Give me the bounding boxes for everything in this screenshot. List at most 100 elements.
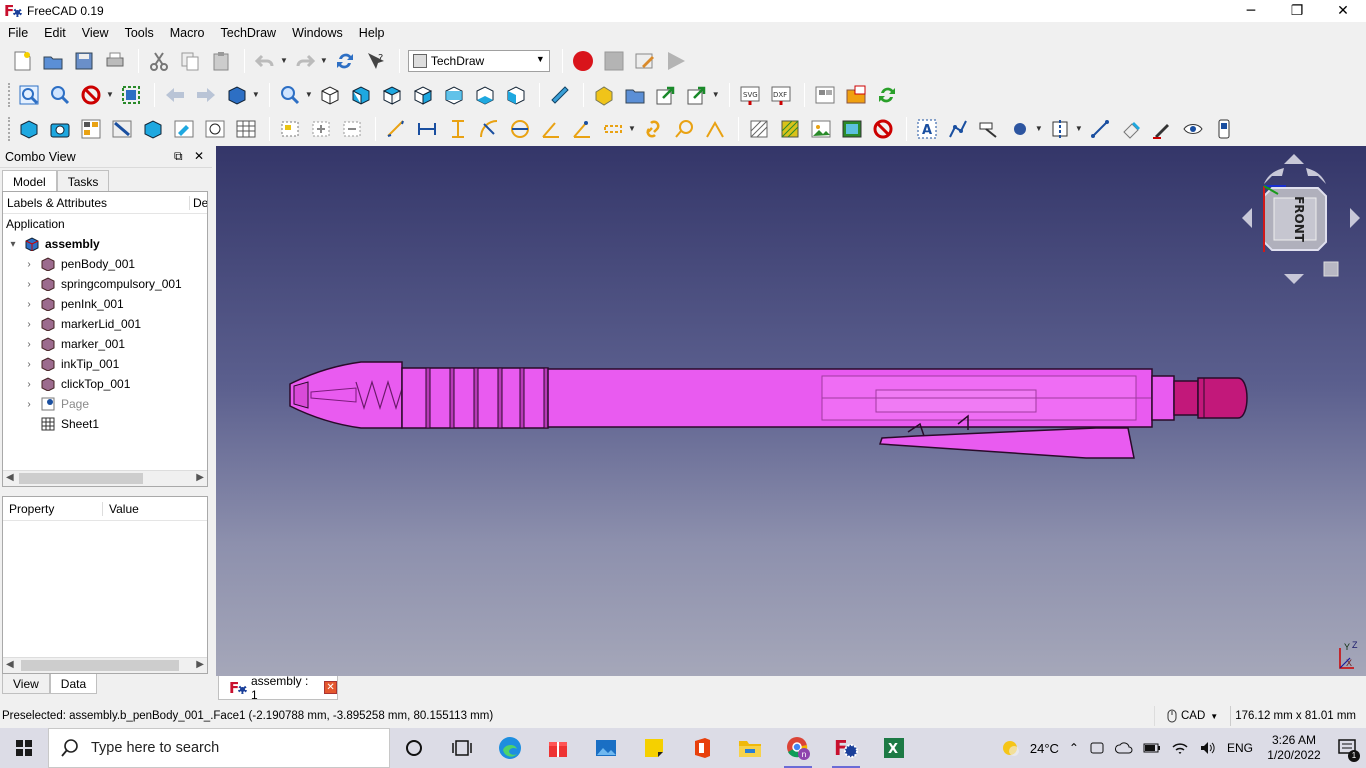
tree-document-assembly[interactable]: ▾ assembly bbox=[3, 234, 207, 254]
cosmetic-vertex-icon[interactable] bbox=[1006, 115, 1034, 143]
fit-selection-icon[interactable] bbox=[46, 81, 74, 109]
macro-stop-icon[interactable] bbox=[600, 47, 628, 75]
file-explorer-icon[interactable] bbox=[726, 728, 774, 768]
leader-line-icon[interactable] bbox=[944, 115, 972, 143]
active-view-icon[interactable] bbox=[46, 115, 74, 143]
dimension-vertical-icon[interactable] bbox=[444, 115, 472, 143]
property-column-header[interactable]: Property bbox=[3, 501, 103, 516]
weather-temperature[interactable]: 24°C bbox=[1030, 741, 1059, 756]
zoom-icon[interactable] bbox=[276, 81, 304, 109]
create-part-icon[interactable] bbox=[590, 81, 618, 109]
draft-view-icon[interactable] bbox=[170, 115, 198, 143]
dimension-length-icon[interactable] bbox=[382, 115, 410, 143]
refresh-icon[interactable] bbox=[331, 47, 359, 75]
onedrive-cloud-icon[interactable] bbox=[1114, 741, 1133, 755]
macro-record-icon[interactable] bbox=[569, 47, 597, 75]
redraw-page-icon[interactable] bbox=[873, 81, 901, 109]
balloon-icon[interactable] bbox=[670, 115, 698, 143]
minimize-button[interactable]: ─ bbox=[1228, 0, 1274, 22]
3d-viewport[interactable]: FRONT Y Z X bbox=[216, 146, 1366, 676]
dimension-diameter-icon[interactable] bbox=[506, 115, 534, 143]
pen-assembly-model[interactable] bbox=[216, 146, 1366, 676]
maximize-button[interactable]: ❐ bbox=[1274, 0, 1320, 22]
paste-icon[interactable] bbox=[207, 47, 235, 75]
centerline-icon[interactable] bbox=[1046, 115, 1074, 143]
wifi-icon[interactable] bbox=[1171, 740, 1189, 756]
tree-item-page[interactable]: › Page bbox=[3, 394, 207, 414]
view-front-icon[interactable] bbox=[347, 81, 375, 109]
insert-view-icon[interactable] bbox=[15, 115, 43, 143]
open-icon[interactable] bbox=[39, 47, 67, 75]
copy-icon[interactable] bbox=[176, 47, 204, 75]
annotation-icon[interactable]: A bbox=[913, 115, 941, 143]
tree-item-markerlid[interactable]: › markerLid_001 bbox=[3, 314, 207, 334]
show-hidden-icons-icon[interactable]: ⌃ bbox=[1069, 741, 1079, 755]
scroll-right-icon[interactable]: ▶ bbox=[196, 472, 204, 483]
clip-group-icon[interactable] bbox=[276, 115, 304, 143]
excel-icon[interactable]: X bbox=[870, 728, 918, 768]
section-view-icon[interactable] bbox=[108, 115, 136, 143]
scrollbar-thumb[interactable] bbox=[19, 473, 143, 484]
freecad-taskbar-icon[interactable]: F bbox=[822, 728, 870, 768]
tree-header-description[interactable]: De bbox=[189, 196, 207, 210]
image-icon[interactable] bbox=[807, 115, 835, 143]
export-dxf-icon[interactable]: DXF bbox=[767, 81, 795, 109]
document-tab-assembly[interactable]: F assembly : 1 ✕ bbox=[218, 674, 338, 702]
fit-all-icon[interactable] bbox=[15, 81, 43, 109]
tree-horizontal-scrollbar[interactable]: ◀ ▶ bbox=[3, 470, 207, 486]
cortana-icon[interactable] bbox=[390, 728, 438, 768]
gift-store-icon[interactable] bbox=[534, 728, 582, 768]
value-column-header[interactable]: Value bbox=[103, 502, 139, 516]
decorate-line-icon[interactable] bbox=[1148, 115, 1176, 143]
std-views-icon[interactable] bbox=[223, 81, 251, 109]
scroll-left-icon[interactable]: ◀ bbox=[6, 659, 14, 670]
weather-sun-icon[interactable] bbox=[1000, 738, 1020, 758]
export-svg-icon[interactable]: SVG bbox=[736, 81, 764, 109]
chrome-icon[interactable]: n bbox=[774, 728, 822, 768]
draw-style-icon[interactable] bbox=[77, 81, 105, 109]
tab-model[interactable]: Model bbox=[2, 170, 57, 192]
view-top-icon[interactable] bbox=[378, 81, 406, 109]
spreadsheet-view-icon[interactable] bbox=[232, 115, 260, 143]
weld-symbol-icon[interactable] bbox=[1210, 115, 1238, 143]
property-horizontal-scrollbar[interactable]: ◀ ▶ bbox=[3, 657, 207, 673]
tree-item-marker[interactable]: › marker_001 bbox=[3, 334, 207, 354]
taskbar-search[interactable]: Type here to search bbox=[48, 728, 390, 768]
centerline-dropdown-icon[interactable]: ▼ bbox=[1075, 124, 1083, 133]
meet-now-icon[interactable] bbox=[1089, 740, 1105, 756]
new-file-icon[interactable] bbox=[8, 47, 36, 75]
rich-text-annotation-icon[interactable] bbox=[975, 115, 1003, 143]
macro-run-icon[interactable] bbox=[662, 47, 690, 75]
dimension-horizontal-icon[interactable] bbox=[413, 115, 441, 143]
tree-item-penink[interactable]: › penInk_001 bbox=[3, 294, 207, 314]
detail-view-icon[interactable] bbox=[139, 115, 167, 143]
menu-view[interactable]: View bbox=[74, 26, 117, 40]
macro-edit-icon[interactable] bbox=[631, 47, 659, 75]
battery-icon[interactable] bbox=[1143, 741, 1161, 755]
chevron-right-icon[interactable]: › bbox=[23, 359, 35, 370]
office-icon[interactable] bbox=[678, 728, 726, 768]
chevron-down-icon[interactable]: ▾ bbox=[7, 239, 19, 250]
redo-dropdown-icon[interactable]: ▼ bbox=[320, 56, 328, 65]
menu-macro[interactable]: Macro bbox=[162, 26, 213, 40]
menu-windows[interactable]: Windows bbox=[284, 26, 351, 40]
scroll-left-icon[interactable]: ◀ bbox=[6, 472, 14, 483]
vertex-dropdown-icon[interactable]: ▼ bbox=[1035, 124, 1043, 133]
new-page-default-icon[interactable] bbox=[811, 81, 839, 109]
cosmetic-line-icon[interactable] bbox=[1086, 115, 1114, 143]
show-all-icon[interactable] bbox=[1179, 115, 1207, 143]
landmark-dimension-icon[interactable] bbox=[701, 115, 729, 143]
taskbar-clock[interactable]: 3:26 AM 1/20/2022 bbox=[1258, 733, 1330, 763]
navigation-style-button[interactable]: CAD ▼ bbox=[1153, 706, 1230, 726]
chevron-right-icon[interactable]: › bbox=[23, 319, 35, 330]
save-icon[interactable] bbox=[70, 47, 98, 75]
chevron-right-icon[interactable]: › bbox=[23, 259, 35, 270]
tree-item-penbody[interactable]: › penBody_001 bbox=[3, 254, 207, 274]
scrollbar-thumb[interactable] bbox=[21, 660, 179, 671]
std-views-dropdown-icon[interactable]: ▼ bbox=[252, 90, 260, 99]
photos-icon[interactable] bbox=[582, 728, 630, 768]
measure-distance-icon[interactable] bbox=[546, 81, 574, 109]
sticky-notes-icon[interactable] bbox=[630, 728, 678, 768]
cut-icon[interactable] bbox=[145, 47, 173, 75]
chevron-right-icon[interactable]: › bbox=[23, 379, 35, 390]
